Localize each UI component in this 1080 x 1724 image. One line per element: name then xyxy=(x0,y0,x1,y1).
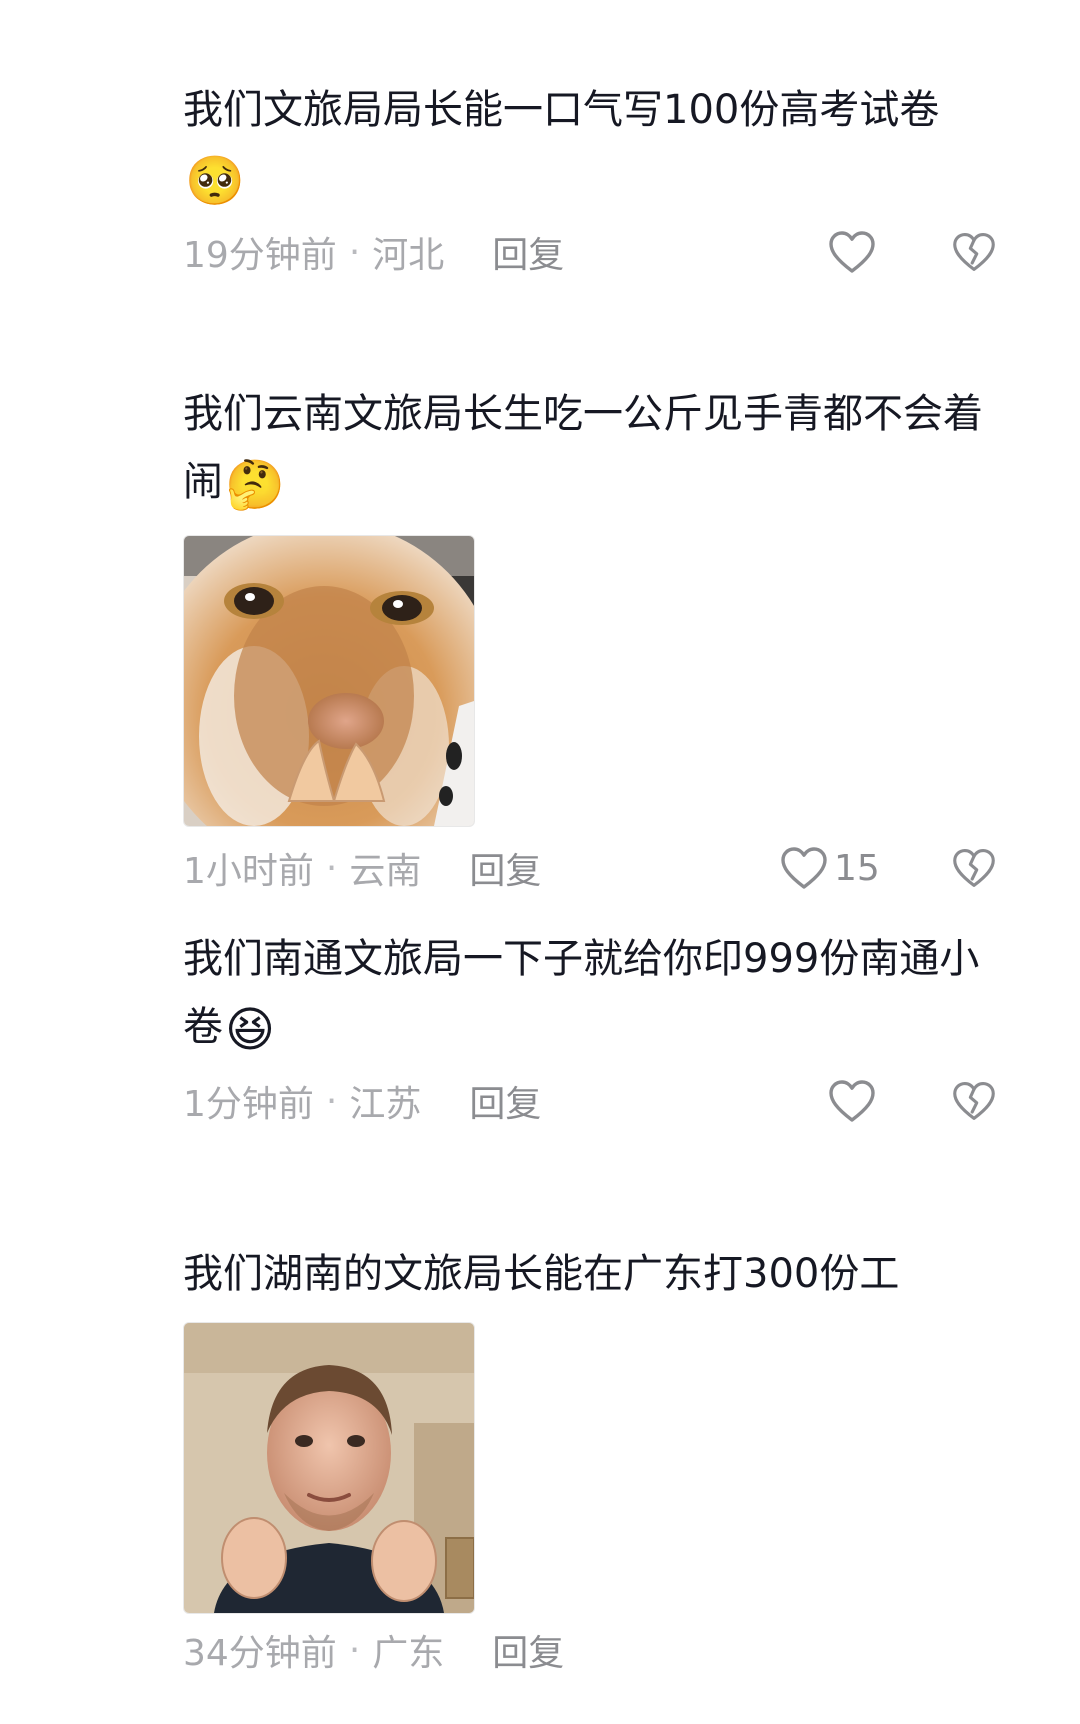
dislike-button[interactable] xyxy=(950,838,998,898)
comment-location: 广东 xyxy=(372,1633,445,1674)
like-button[interactable] xyxy=(828,1071,882,1131)
cat-meme-picture xyxy=(184,536,474,826)
heart-outline-icon xyxy=(829,1080,875,1122)
man-meme-image[interactable] xyxy=(183,1322,475,1614)
like-count: 15 xyxy=(834,847,880,889)
comment-meta: 1小时前 · 云南 回复 xyxy=(183,838,541,898)
comment-meta: 1分钟前 · 江苏 回复 xyxy=(183,1071,541,1131)
comment-text: 我们文旅局局长能一口气写100份高考试卷 🥺 xyxy=(183,76,1013,212)
dislike-button[interactable] xyxy=(950,222,998,282)
man-meme-picture xyxy=(184,1323,474,1613)
reply-button[interactable]: 回复 xyxy=(469,1075,541,1127)
comment-body: 我们云南文旅局长生吃一公斤见手青都不会着闹 xyxy=(183,391,983,505)
comment-time: 34分钟前 xyxy=(183,1633,337,1674)
meta-separator: · xyxy=(325,847,338,889)
heart-outline-icon xyxy=(829,231,875,273)
comment-list-screen: { "comments": [ { "text": "我们文旅局局长能一口气写1… xyxy=(0,0,1080,1724)
comment-text: 我们云南文旅局长生吃一公斤见手青都不会着闹🤔 xyxy=(183,380,1013,516)
cat-meme-image[interactable] xyxy=(183,535,475,827)
meta-separator: · xyxy=(348,231,361,273)
thinking-face-emoji: 🤔 xyxy=(225,457,285,513)
comment-time: 1分钟前 xyxy=(183,1084,314,1125)
pleading-face-emoji: 🥺 xyxy=(185,153,245,209)
like-button[interactable] xyxy=(828,222,882,282)
comment-text: 我们南通文旅局一下子就给你印999份南通小卷😆 xyxy=(183,925,1013,1061)
broken-heart-icon xyxy=(953,849,995,887)
heart-outline-icon xyxy=(781,847,827,889)
comment-text: 我们湖南的文旅局长能在广东打300份工 xyxy=(183,1240,1013,1308)
comment-body: 我们南通文旅局一下子就给你印999份南通小卷 xyxy=(183,936,980,1050)
comment-location: 江苏 xyxy=(349,1084,422,1125)
grinning-squinting-face-emoji: 😆 xyxy=(225,1002,276,1058)
broken-heart-icon xyxy=(953,233,995,271)
comment-meta: 34分钟前 · 广东 回复 xyxy=(183,1620,564,1680)
reply-button[interactable]: 回复 xyxy=(492,226,564,278)
like-button[interactable]: 15 xyxy=(780,838,880,898)
dislike-button[interactable] xyxy=(950,1071,998,1131)
comment-time: 1小时前 xyxy=(183,851,314,892)
reply-button[interactable]: 回复 xyxy=(469,842,541,894)
comment-time: 19分钟前 xyxy=(183,235,337,276)
meta-separator: · xyxy=(325,1080,338,1122)
comment-meta: 19分钟前 · 河北 回复 xyxy=(183,222,564,282)
meta-separator: · xyxy=(348,1629,361,1671)
comment-body: 我们湖南的文旅局长能在广东打300份工 xyxy=(183,1251,900,1297)
reply-button[interactable]: 回复 xyxy=(492,1624,564,1676)
broken-heart-icon xyxy=(953,1082,995,1120)
comment-body: 我们文旅局局长能一口气写100份高考试卷 xyxy=(183,87,940,133)
comment-location: 河北 xyxy=(372,235,445,276)
comment-location: 云南 xyxy=(349,851,422,892)
